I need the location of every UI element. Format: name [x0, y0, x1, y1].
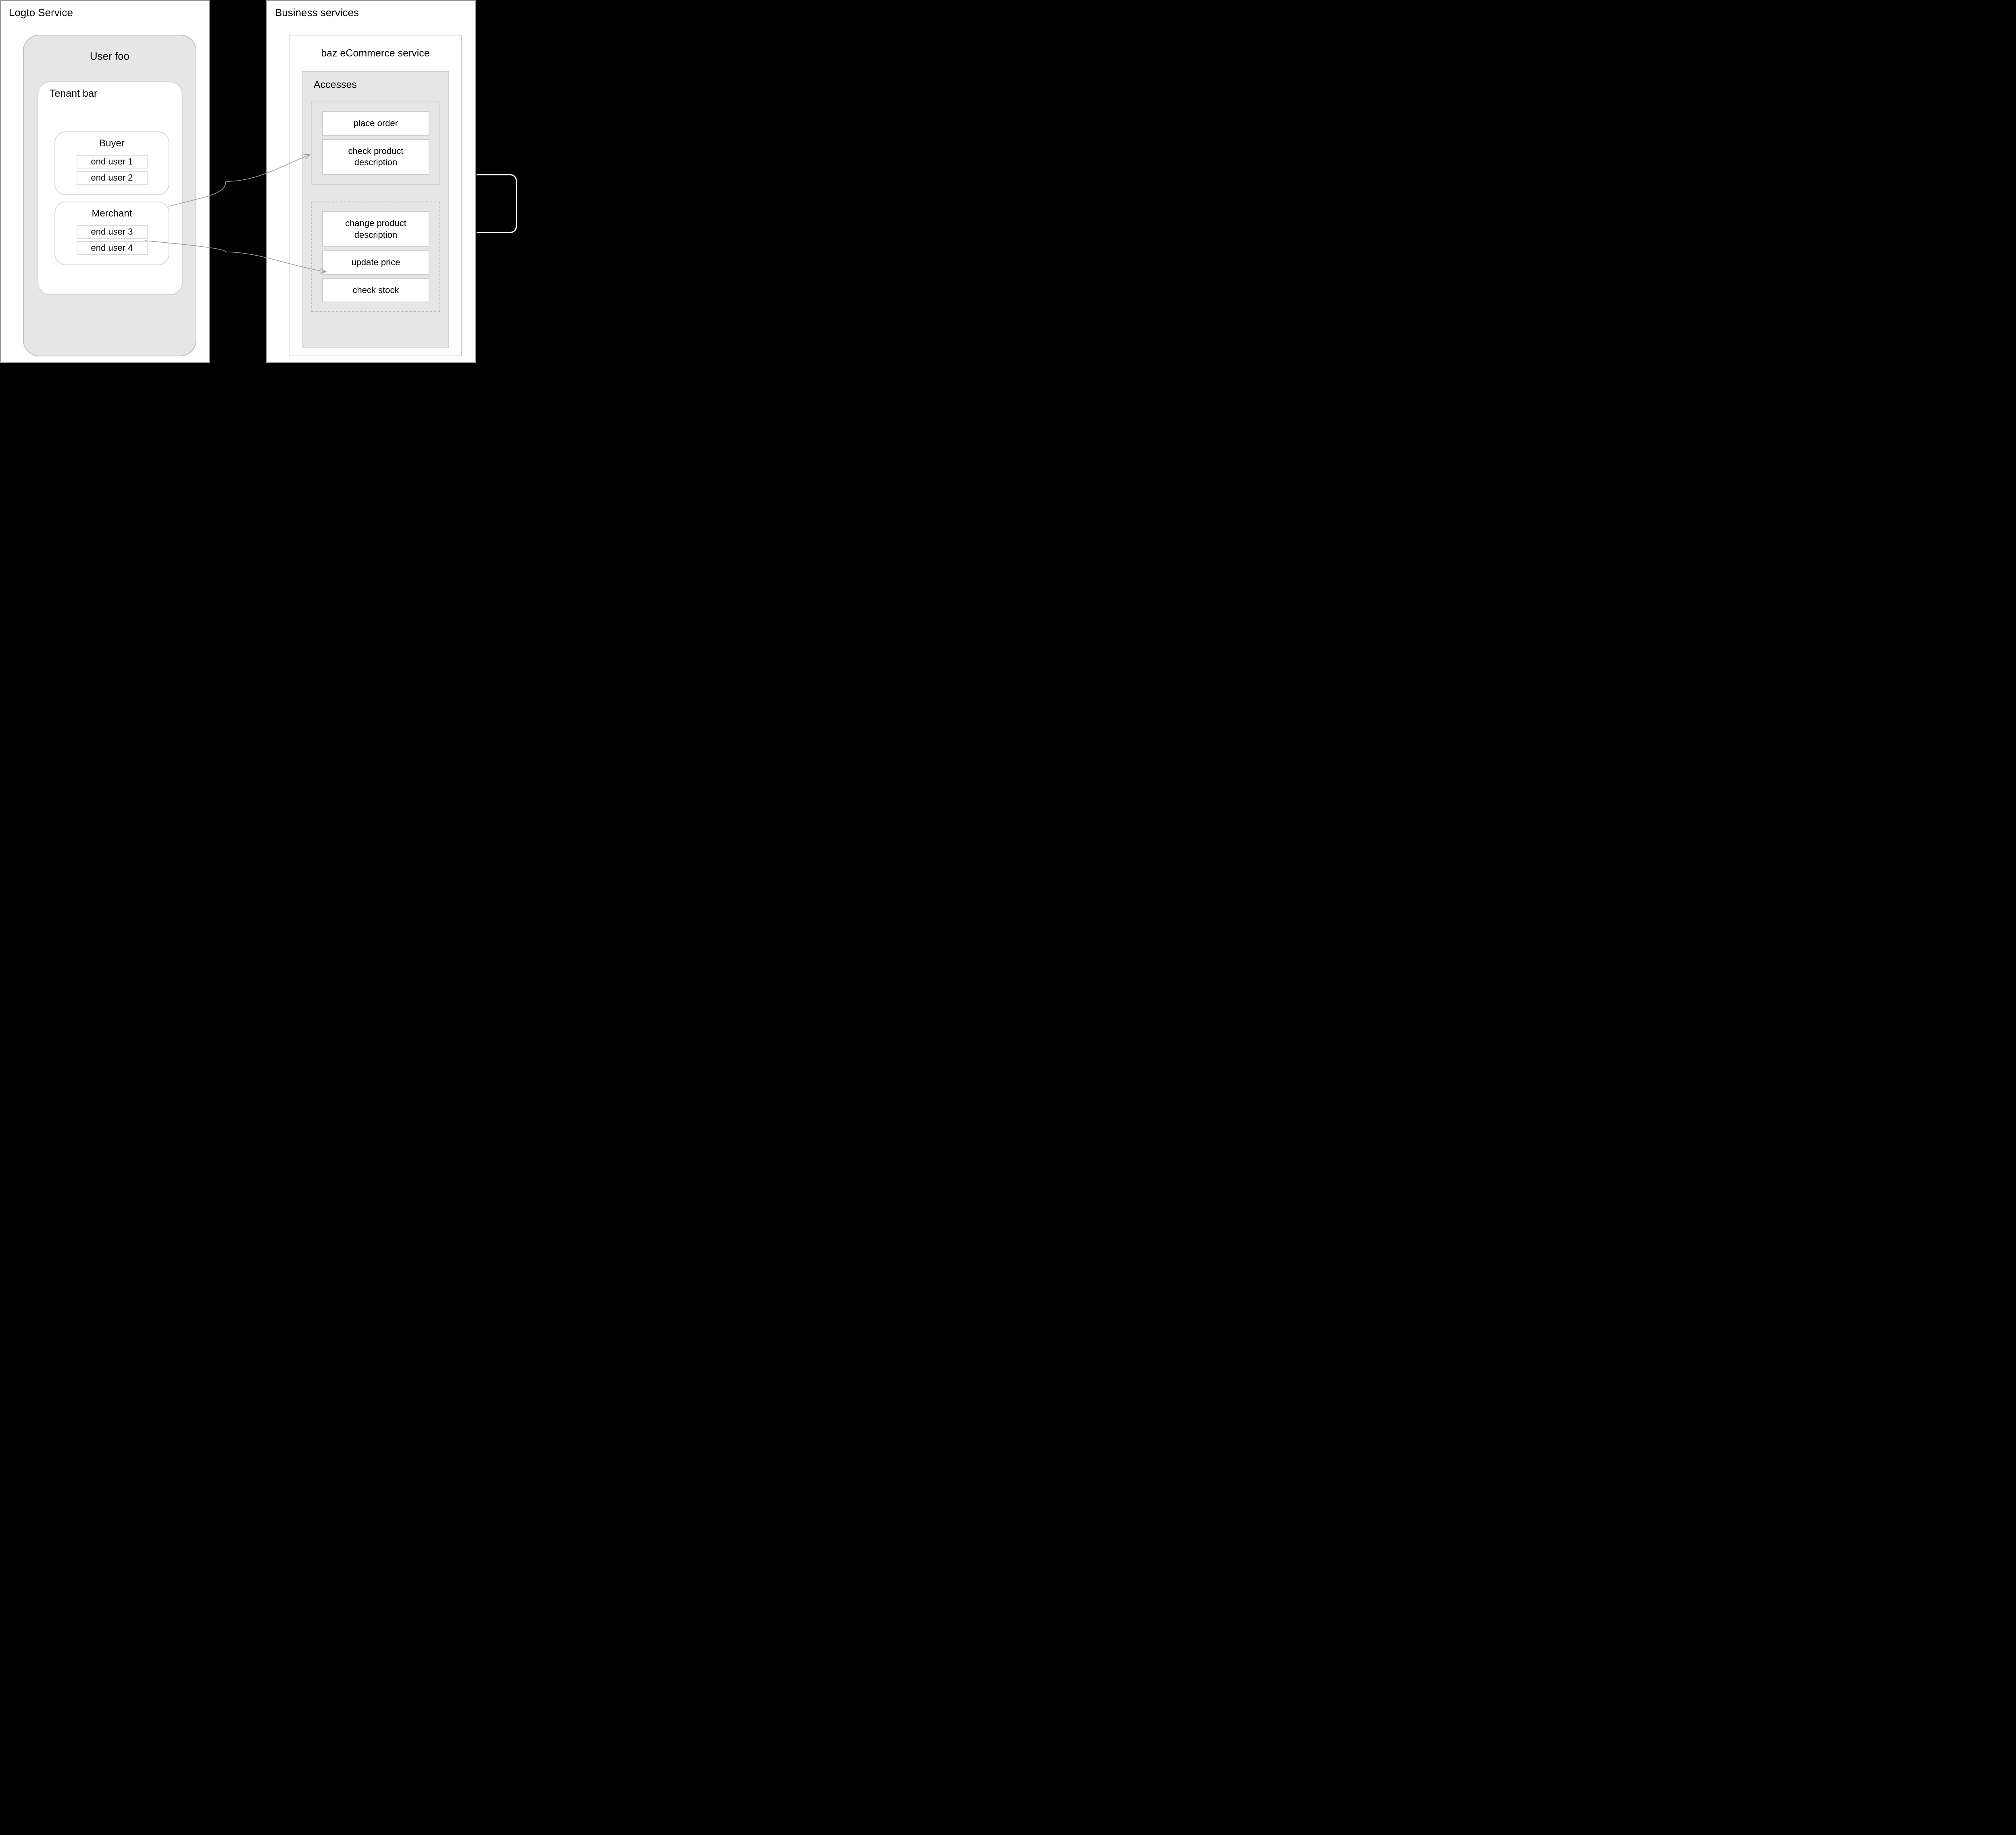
business-services-title: Business services	[267, 1, 475, 22]
right-offcut-shape	[477, 174, 517, 233]
logto-service-title: Logto Service	[1, 1, 209, 22]
buyer-role-box: Buyer end user 1 end user 2	[54, 131, 169, 195]
permission-box: check product description	[322, 139, 429, 175]
permission-box: update price	[322, 250, 429, 275]
accesses-title: Accesses	[303, 72, 448, 91]
permission-group-dashed: change product description update price …	[311, 202, 440, 312]
logto-service-panel: Logto Service User foo Tenant bar Buyer …	[0, 0, 210, 363]
user-foo-title: User foo	[24, 35, 196, 62]
permission-box: check stock	[322, 278, 429, 303]
end-user-chip: end user 3	[77, 225, 148, 239]
end-user-chip: end user 2	[77, 171, 148, 185]
baz-ecommerce-title: baz eCommerce service	[289, 35, 461, 59]
end-user-chip: end user 1	[77, 155, 148, 169]
user-foo-box: User foo Tenant bar Buyer end user 1 end…	[23, 35, 196, 356]
merchant-role-box: Merchant end user 3 end user 4	[54, 202, 169, 265]
merchant-role-title: Merchant	[55, 202, 169, 223]
permission-box: place order	[322, 111, 429, 136]
tenant-bar-title: Tenant bar	[38, 82, 182, 100]
accesses-box: Accesses place order check product descr…	[302, 71, 449, 348]
permission-group-solid: place order check product description	[311, 102, 440, 185]
end-user-chip: end user 4	[77, 241, 148, 255]
business-services-panel: Business services baz eCommerce service …	[266, 0, 476, 363]
permission-box: change product description	[322, 211, 429, 247]
baz-ecommerce-box: baz eCommerce service Accesses place ord…	[289, 35, 462, 356]
buyer-role-title: Buyer	[55, 132, 169, 153]
tenant-bar-box: Tenant bar Buyer end user 1 end user 2 M…	[37, 81, 183, 295]
